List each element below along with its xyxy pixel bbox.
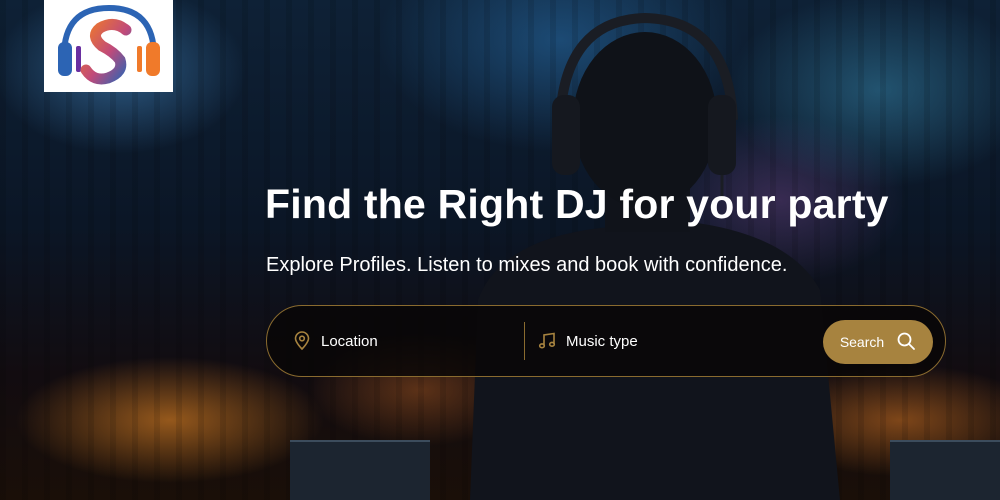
hero-subheadline: Explore Profiles. Listen to mixes and bo… bbox=[266, 254, 788, 276]
location-label: Location bbox=[321, 332, 378, 350]
music-type-label: Music type bbox=[566, 332, 638, 350]
search-button[interactable]: Search bbox=[823, 320, 933, 364]
headphones-s-logo-icon bbox=[57, 4, 160, 85]
search-icon bbox=[896, 331, 916, 354]
dj-search-bar: Location Music type Search bbox=[266, 305, 946, 377]
dj-console-left bbox=[290, 440, 430, 500]
hero-headline: Find the Right DJ for your party bbox=[265, 181, 889, 227]
music-note-icon bbox=[537, 331, 557, 351]
location-pin-icon bbox=[292, 331, 312, 351]
dj-console-right bbox=[890, 440, 1000, 500]
site-logo[interactable] bbox=[44, 0, 173, 92]
search-button-label: Search bbox=[839, 334, 885, 350]
location-field[interactable]: Location bbox=[267, 306, 524, 376]
